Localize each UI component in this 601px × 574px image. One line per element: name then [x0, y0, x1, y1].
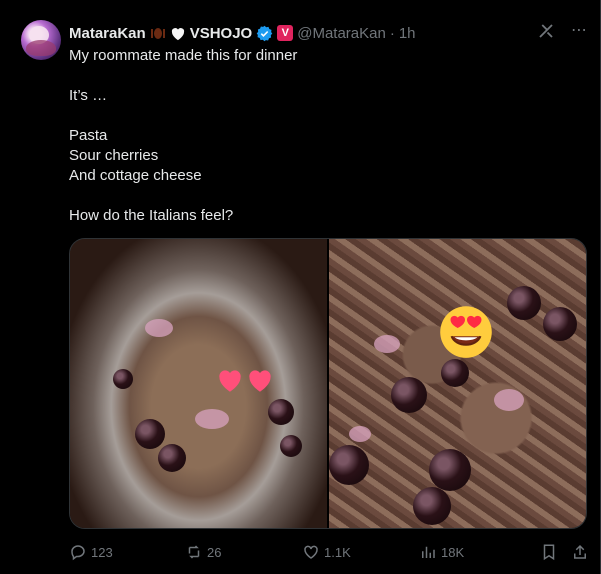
affiliation: VSHOJO [189, 24, 253, 42]
post-actions: 123 26 1.1K 18K [69, 541, 589, 563]
grok-icon[interactable] [537, 22, 555, 40]
author-name[interactable]: MataraKan [69, 25, 146, 42]
bug-icon [150, 26, 166, 40]
reply-icon [71, 545, 85, 561]
views-icon [422, 546, 435, 558]
heart-stickers [216, 367, 276, 397]
post-card[interactable]: MataraKan VSHOJO V @MataraKan · 1h ⋯ My … [0, 0, 601, 574]
media-grid [69, 238, 587, 529]
food-photo-1[interactable] [70, 239, 327, 528]
reply-count: 123 [91, 544, 113, 560]
views-button[interactable]: 18K [419, 541, 464, 563]
views-count: 18K [441, 544, 465, 560]
like-icon [304, 545, 318, 559]
bookmark-button[interactable] [540, 541, 558, 563]
author-handle[interactable]: @MataraKan [297, 25, 386, 42]
like-count: 1.1K [324, 544, 351, 560]
pink-heart-icon [249, 370, 271, 392]
like-button[interactable]: 1.1K [302, 541, 351, 563]
pink-heart-icon [219, 370, 241, 392]
post-time[interactable]: 1h [399, 25, 416, 42]
share-button[interactable] [571, 541, 589, 563]
post-top-actions: ⋯ [537, 22, 588, 40]
post-text: My roommate made this for dinner It’s … … [69, 47, 298, 224]
white-heart-icon [171, 27, 184, 40]
avatar[interactable] [21, 20, 61, 60]
reply-button[interactable]: 123 [69, 541, 113, 563]
verified-badge-icon[interactable] [256, 25, 273, 42]
separator-dot: · [389, 24, 395, 42]
heart-eyes-emoji-icon [440, 306, 492, 358]
food-photo-2[interactable] [329, 239, 586, 528]
post-header: MataraKan VSHOJO V @MataraKan · 1h [69, 24, 416, 42]
repost-icon [188, 545, 200, 559]
bookmark-icon [543, 544, 555, 561]
brand-badge[interactable]: V [277, 25, 294, 41]
share-icon [574, 544, 586, 559]
repost-count: 26 [207, 544, 222, 560]
repost-button[interactable]: 26 [185, 541, 221, 563]
more-icon[interactable]: ⋯ [571, 23, 588, 39]
